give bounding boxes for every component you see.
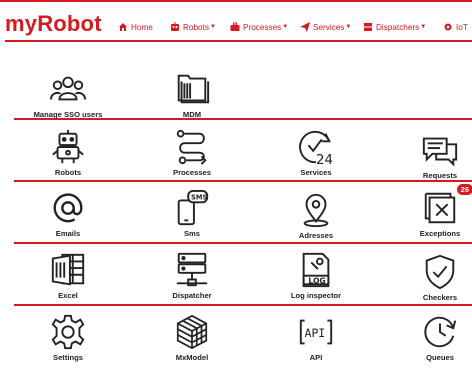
chevron-down-icon: ▼ (209, 24, 216, 30)
tile-label: MxModel (175, 353, 209, 362)
chevron-down-icon: ▼ (420, 24, 427, 30)
tile-label: Processes (173, 168, 211, 177)
tile-api[interactable]: API API (271, 313, 361, 362)
tile-label: Log inspector (290, 291, 342, 300)
nav-services[interactable]: Services ▼ (300, 19, 351, 35)
server-icon (364, 23, 372, 31)
briefcase-icon (230, 22, 240, 31)
tile-label: API (309, 353, 323, 362)
at-sign-icon (53, 193, 83, 223)
cube-grid-icon (176, 314, 208, 350)
row-divider (14, 304, 472, 306)
map-pin-icon (303, 193, 329, 228)
shield-check-icon (425, 254, 455, 290)
tile-checkers[interactable]: Checkers (395, 253, 472, 302)
nav-dispatchers[interactable]: Dispatchers ▼ (363, 19, 426, 35)
gear-icon (444, 23, 452, 31)
server-rack-icon (176, 252, 208, 287)
sms-phone-icon: SMS (177, 189, 209, 226)
nav-robots-label: Robots (183, 22, 209, 32)
nav-services-label: Services (313, 22, 345, 32)
nav-home[interactable]: Home (118, 19, 153, 35)
row-divider (14, 242, 472, 244)
tile-label: Adresses (298, 231, 334, 240)
clock-24-icon: 24 (299, 130, 333, 166)
tile-robots[interactable]: Robots (23, 128, 113, 177)
nav-iot-label: IoT (456, 22, 468, 32)
tile-label: Queues (426, 353, 454, 362)
chat-bubbles-icon (422, 137, 458, 167)
chevron-down-icon: ▼ (282, 24, 289, 30)
close-box-icon (424, 192, 456, 224)
nav-dispatchers-label: Dispatchers (376, 22, 420, 32)
refresh-clock-icon (424, 316, 457, 348)
sms-badge-text: SMS (191, 193, 207, 201)
tile-excel[interactable]: Excel (23, 251, 113, 300)
tile-queues[interactable]: Queues (395, 313, 472, 362)
nav-processes-label: Processes (243, 22, 282, 32)
row-divider (14, 180, 472, 182)
tile-sms[interactable]: SMS Sms (147, 189, 237, 238)
row-divider (14, 118, 472, 120)
tile-settings[interactable]: Settings (23, 313, 113, 362)
nav-processes[interactable]: Processes ▼ (230, 19, 288, 35)
tile-label: Requests (422, 171, 458, 180)
tile-mdm[interactable]: MDM (147, 70, 237, 119)
tile-requests[interactable]: Requests (395, 131, 472, 180)
nav-iot[interactable]: IoT (443, 19, 468, 35)
log-file-icon: LOG (302, 252, 330, 288)
nav-home-label: Home (131, 22, 153, 32)
tile-label: Settings (53, 353, 83, 362)
process-flow-icon (176, 129, 207, 165)
app-logo[interactable]: myRobot (5, 11, 102, 37)
tile-dispatcher[interactable]: Dispatcher (147, 251, 237, 300)
tile-label: Robots (54, 168, 82, 177)
tile-label: Excel (58, 291, 78, 300)
tile-services[interactable]: 24 Services (271, 128, 361, 177)
folders-icon (177, 74, 210, 104)
tile-mxmodel[interactable]: MxModel (147, 313, 237, 362)
tile-log-inspector[interactable]: LOG Log inspector (271, 251, 361, 300)
api-icon-text: API (305, 326, 326, 340)
header-divider (5, 40, 472, 42)
chevron-down-icon: ▼ (345, 24, 352, 30)
tile-label: Emails (55, 229, 81, 238)
tile-exceptions[interactable]: Exceptions 26 (395, 184, 472, 238)
nav-robots[interactable]: Robots ▼ (170, 19, 216, 35)
scrollbar[interactable] (466, 48, 472, 380)
tile-adresses[interactable]: Adresses (271, 191, 361, 240)
tile-manage-sso-users[interactable]: Manage SSO users (23, 70, 113, 119)
users-icon (49, 76, 87, 101)
gear-icon (51, 314, 85, 350)
paper-plane-icon (300, 22, 310, 32)
tile-label: Checkers (422, 293, 458, 302)
tile-label: Services (300, 168, 332, 177)
tile-label: Sms (183, 229, 201, 238)
robot-icon (171, 22, 179, 31)
tile-label: Dispatcher (172, 291, 212, 300)
spreadsheet-icon (51, 253, 85, 286)
log-label-text: LOG (308, 276, 325, 285)
home-icon (119, 23, 127, 31)
tile-label: Exceptions (419, 229, 461, 238)
top-navigation-bar: myRobot Home Robots ▼ Processes ▼ Services… (0, 0, 472, 50)
tile-emails[interactable]: Emails (23, 189, 113, 238)
api-icon: API (299, 319, 333, 345)
tile-processes[interactable]: Processes (147, 128, 237, 177)
services-hours-text: 24 (316, 153, 333, 166)
robot-icon (52, 129, 84, 164)
